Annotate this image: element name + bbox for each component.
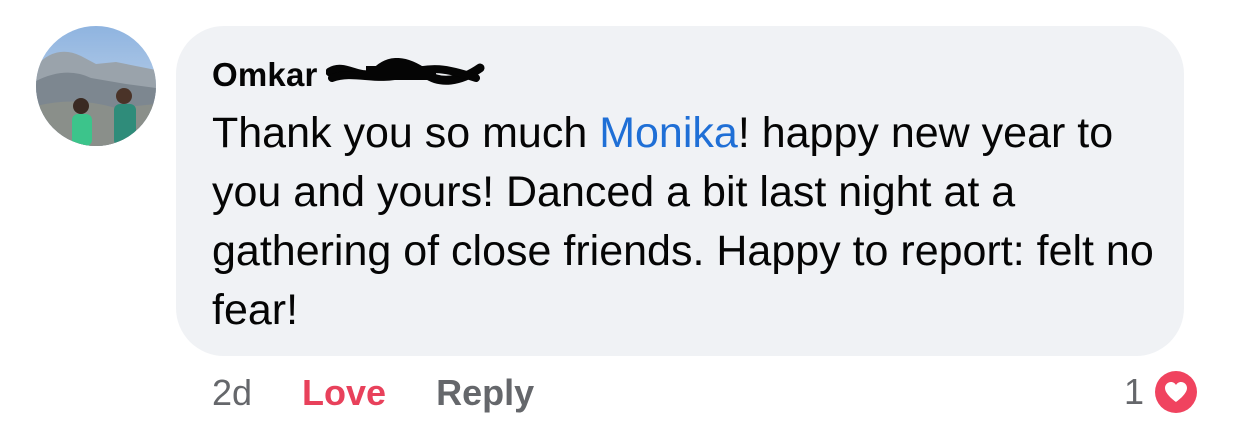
reply-button[interactable]: Reply bbox=[436, 372, 534, 414]
reaction-summary[interactable]: 1 bbox=[1124, 366, 1201, 418]
redaction-scribble bbox=[325, 57, 486, 93]
comment-actions: 2d Love Reply bbox=[212, 368, 534, 418]
author-row: Omkar bbox=[212, 52, 1148, 98]
reaction-count: 1 bbox=[1124, 371, 1145, 412]
heart-icon bbox=[1155, 371, 1198, 413]
author-name[interactable]: Omkar bbox=[212, 56, 318, 94]
mention-link[interactable]: Monika bbox=[599, 109, 738, 157]
comment-bubble: Omkar Thank you so much Monika! happy ne… bbox=[176, 26, 1184, 356]
avatar[interactable] bbox=[36, 26, 156, 146]
comment-text: Thank you so much Monika! happy new year… bbox=[212, 104, 1172, 340]
reaction-badge bbox=[1152, 368, 1201, 416]
love-button[interactable]: Love bbox=[302, 372, 386, 414]
timestamp[interactable]: 2d bbox=[212, 372, 252, 414]
avatar-photo bbox=[36, 26, 156, 146]
comment-text-start: Thank you so much bbox=[212, 109, 600, 157]
